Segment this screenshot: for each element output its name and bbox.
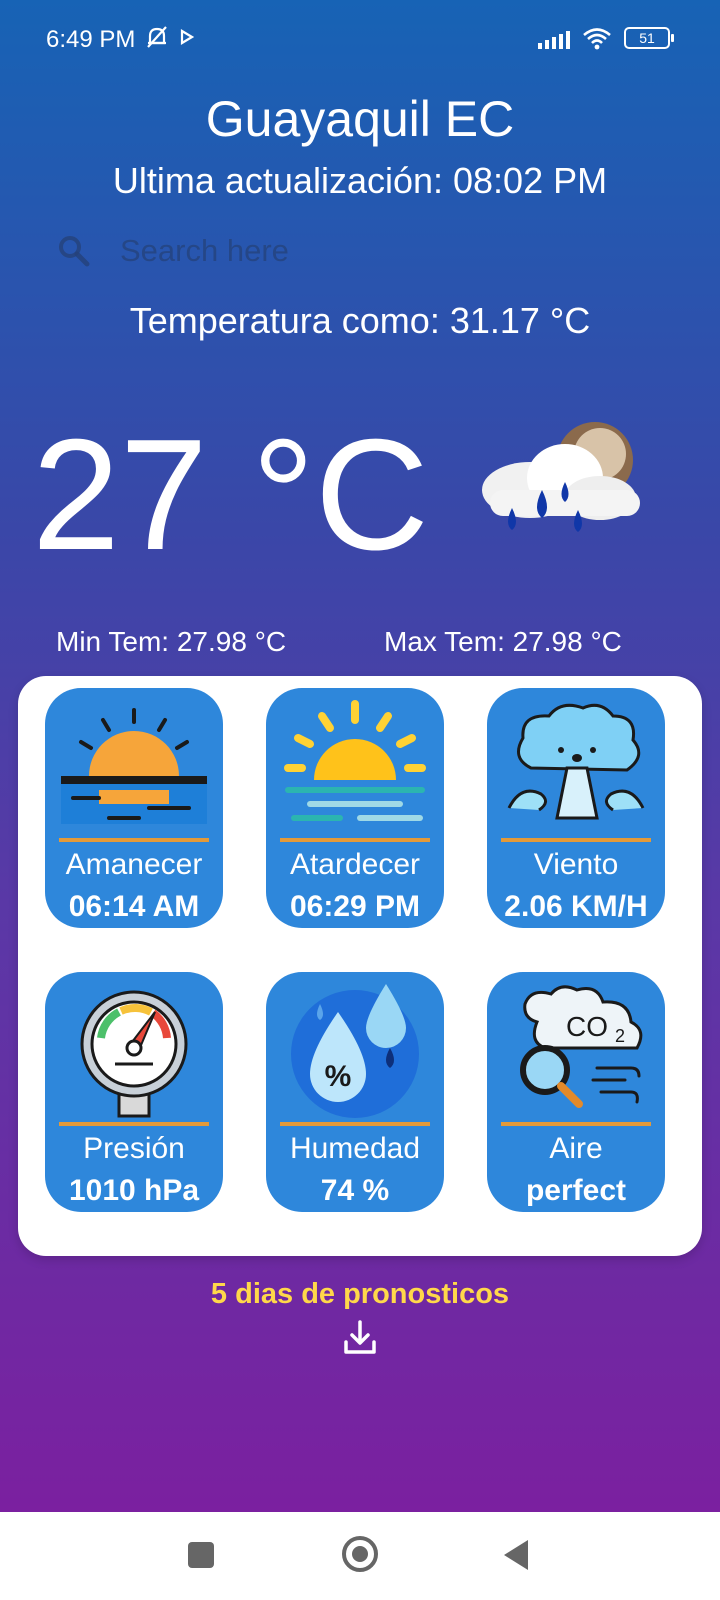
recent-apps-button[interactable]: [188, 1542, 214, 1568]
pressure-gauge-icon: [80, 990, 188, 1118]
svg-text:CO: CO: [566, 1011, 608, 1042]
tile-value: 74 %: [320, 1174, 390, 1207]
humidity-icon: %: [291, 984, 419, 1118]
city-name: Guayaquil EC: [205, 91, 515, 147]
humidity-tile[interactable]: % Humedad 74 %: [266, 972, 444, 1212]
pressure-tile[interactable]: Presión 1010 hPa: [45, 972, 223, 1212]
weather-screen: 6:49 PM 51 Guayaquil EC Ultima actualiza…: [0, 0, 720, 1512]
status-time: 6:49 PM: [46, 26, 136, 53]
weather-details-panel: Amanecer 06:14 AM Atardecer 06:29 PM Vie…: [18, 676, 702, 1256]
tile-label: Viento: [533, 848, 619, 881]
tile-value: perfect: [525, 1174, 627, 1207]
sunset-icon: [284, 700, 426, 821]
home-button[interactable]: [342, 1536, 378, 1572]
battery-icon: 51: [624, 27, 674, 49]
download-icon[interactable]: [342, 1320, 378, 1356]
search-icon[interactable]: [56, 233, 92, 269]
tile-label: Presión: [83, 1132, 185, 1165]
rain-cloud-moon-icon: [482, 422, 640, 532]
sunrise-tile[interactable]: Amanecer 06:14 AM: [45, 688, 223, 928]
play-icon: [180, 29, 194, 45]
feels-like-temp: Temperatura como: 31.17 °C: [129, 300, 591, 341]
tile-label: Atardecer: [289, 848, 421, 881]
last-updated: Ultima actualización: 08:02 PM: [112, 160, 608, 201]
current-temperature: 27 °C: [32, 407, 429, 583]
svg-text:%: %: [325, 1060, 352, 1093]
five-day-forecast-link[interactable]: 5 dias de pronosticos: [0, 1278, 720, 1311]
status-bar: 6:49 PM 51: [0, 0, 720, 80]
sunrise-icon: [61, 708, 207, 824]
bell-muted-icon: [147, 26, 167, 48]
wind-tile[interactable]: Viento 2.06 KM/H: [487, 688, 665, 928]
back-button[interactable]: [504, 1540, 528, 1570]
search-bar[interactable]: [56, 222, 656, 280]
tile-label: Amanecer: [65, 848, 203, 881]
tile-label: Humedad: [289, 1132, 421, 1165]
tile-value: 06:29 PM: [289, 890, 421, 923]
signal-icon: [538, 27, 570, 49]
wind-icon: [507, 703, 645, 820]
co2-air-icon: CO 2: [520, 985, 643, 1108]
max-temperature: Max Tem: 27.98 °C: [384, 626, 622, 657]
sunset-tile[interactable]: Atardecer 06:29 PM: [266, 688, 444, 928]
search-input[interactable]: [120, 233, 620, 269]
wifi-icon: [583, 28, 611, 50]
tile-value: 2.06 KM/H: [504, 890, 648, 923]
min-temperature: Min Tem: 27.98 °C: [56, 626, 287, 657]
tile-label: Aire: [549, 1132, 603, 1165]
tile-value: 1010 hPa: [68, 1174, 200, 1207]
air-quality-tile[interactable]: CO 2 Aire perfect: [487, 972, 665, 1212]
tile-value: 06:14 AM: [68, 890, 200, 923]
system-nav-bar: [0, 1512, 720, 1600]
svg-text:2: 2: [615, 1026, 625, 1046]
